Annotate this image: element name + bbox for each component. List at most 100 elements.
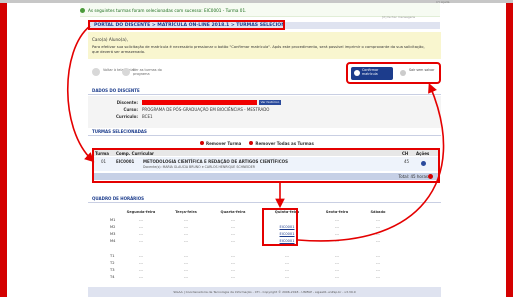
horarios-section-title: Quadro de Horários	[92, 196, 145, 201]
schedule-cell: ---	[335, 275, 339, 279]
schedule-cell: ---	[376, 218, 380, 222]
turmas-section-divider	[88, 135, 441, 136]
schedule-cell: ---	[335, 218, 339, 222]
schedule-cell: ---	[184, 225, 188, 229]
schedule-cell: ---	[231, 239, 235, 243]
slot-label: M1	[110, 218, 116, 222]
codigo-cell: EIC0001	[116, 159, 135, 164]
remove-all-icon	[249, 141, 254, 145]
horarios-section-divider	[88, 202, 441, 203]
turmas-table-header: Turma Comp. Curricular CH Ações	[94, 150, 438, 156]
turma-cell: 01	[101, 159, 107, 164]
remove-row-icon[interactable]	[421, 161, 426, 166]
schedule-cell: ---	[231, 218, 235, 222]
schedule-cell: ---	[184, 239, 188, 243]
header-ch: CH	[402, 150, 409, 156]
schedule-cell: ---	[184, 275, 188, 279]
confirm-actions-highlight: Confirmar matrícula Sair sem salvar	[346, 62, 441, 84]
breadcrumb: Portal do Discente > Matrícula On-Line 2…	[88, 20, 285, 30]
schedule-cell: ---	[231, 225, 235, 229]
curso-value: PROGRAMA DE PÓS-GRADUAÇÃO EM BIOCIÊNCIAS…	[142, 107, 270, 112]
day-header-sat: Sábado	[370, 210, 386, 214]
close-icon	[400, 70, 406, 76]
student-section-divider	[88, 94, 441, 95]
history-badge[interactable]: Ver histórico	[259, 100, 281, 105]
schedule-cell: ---	[139, 239, 143, 243]
nome-cell: METODOLOGIA CIENTÍFICA E REDAÇÃO DE ARTI…	[143, 159, 288, 164]
day-header-fri: Sexta-feira	[325, 210, 349, 214]
day-header-wed: Quarta-feira	[220, 210, 246, 214]
slot-label: T1	[110, 254, 115, 258]
schedule-cell: ---	[335, 225, 339, 229]
right-edge-bar	[506, 0, 513, 297]
schedule-cell: ---	[376, 275, 380, 279]
ch-cell: 45	[404, 159, 410, 164]
schedule-cell: ---	[184, 268, 188, 272]
schedule-cell: ---	[376, 261, 380, 265]
turmas-section-title: Turmas Selecionadas	[92, 129, 147, 134]
schedule-cell: ---	[184, 261, 188, 265]
exit-without-saving-button[interactable]: Sair sem salvar	[398, 67, 436, 80]
left-edge-bar	[0, 0, 7, 297]
success-icon	[80, 7, 85, 13]
schedule-cell: ---	[231, 254, 235, 258]
catalog-button[interactable]: Ver as turmas do programa	[122, 68, 170, 76]
schedule-cell: ---	[376, 254, 380, 258]
close-messages-link[interactable]: [X] fechar mensagens	[382, 15, 415, 19]
schedule-cell: ---	[285, 261, 289, 265]
schedule-highlight	[262, 208, 298, 246]
remove-turma-legend[interactable]: Remover Turma	[200, 141, 241, 146]
schedule-cell: ---	[285, 268, 289, 272]
schedule-cell: ---	[139, 232, 143, 236]
schedule-cell: ---	[285, 275, 289, 279]
total-row: Total: 45 horas	[94, 173, 438, 180]
schedule-cell: ---	[139, 261, 143, 265]
header-turma: Turma	[95, 150, 109, 156]
slot-label: T4	[110, 275, 115, 279]
discente-redacted-name	[142, 100, 257, 105]
table-row: 01 EIC0001 METODOLOGIA CIENTÍFICA E REDA…	[94, 157, 438, 171]
footer: SIGAA | Coordenadoria de Tecnologia da I…	[88, 287, 441, 297]
remove-all-legend[interactable]: Remover Todas as Turmas	[249, 141, 314, 146]
curso-label: Curso:	[123, 107, 138, 112]
discente-label: Discente:	[116, 100, 138, 105]
schedule-cell: ---	[139, 218, 143, 222]
docente-cell: Docente(s): MARIA GLAUCIA BRUNO e CARLOS…	[143, 165, 255, 169]
schedule-cell: ---	[335, 261, 339, 265]
schedule-cell: ---	[231, 268, 235, 272]
remove-legend: Remover Turma Remover Todas as Turmas	[200, 141, 400, 146]
remove-icon	[200, 141, 204, 145]
schedule-cell: ---	[335, 239, 339, 243]
schedule-cell: ---	[139, 275, 143, 279]
success-message: As seguintes turmas foram selecionadas c…	[80, 6, 260, 14]
schedule-cell: ---	[335, 268, 339, 272]
remove-all-icon[interactable]	[428, 174, 433, 179]
slot-label: M4	[110, 239, 116, 243]
schedule-cell: ---	[376, 225, 380, 229]
slot-label: M2	[110, 225, 116, 229]
turmas-table: Turma Comp. Curricular CH Ações 01 EIC00…	[92, 148, 440, 183]
slot-label: T3	[110, 268, 115, 272]
schedule-cell: ---	[231, 232, 235, 236]
catalog-icon	[122, 68, 130, 76]
breadcrumb-extension	[285, 22, 440, 29]
success-text: As seguintes turmas foram selecionadas c…	[88, 7, 247, 13]
student-section-title: Dados do Discente	[92, 88, 140, 93]
schedule-cell: ---	[184, 232, 188, 236]
schedule-cell: ---	[139, 254, 143, 258]
curriculo-value: BCE1	[142, 114, 153, 119]
schedule-cell: ---	[376, 239, 380, 243]
schedule-cell: ---	[231, 275, 235, 279]
slot-label: M3	[110, 232, 116, 236]
schedule-cell: ---	[139, 268, 143, 272]
schedule-cell: ---	[285, 254, 289, 258]
schedule-cell: ---	[335, 232, 339, 236]
confirm-enrollment-button[interactable]: Confirmar matrícula	[351, 67, 393, 80]
back-icon	[92, 68, 100, 76]
greeting-text: Caro(a) Aluno(a),	[92, 37, 128, 42]
schedule-grid: Segunda-feira Terça-feira Quarta-feira Q…	[110, 210, 395, 282]
schedule-cell: ---	[335, 254, 339, 258]
header-componente: Comp. Curricular	[116, 150, 154, 156]
day-header-mon: Segunda-feira	[126, 210, 156, 214]
instruction-text: Para efetivar sua solicitação de matrícu…	[92, 45, 425, 54]
